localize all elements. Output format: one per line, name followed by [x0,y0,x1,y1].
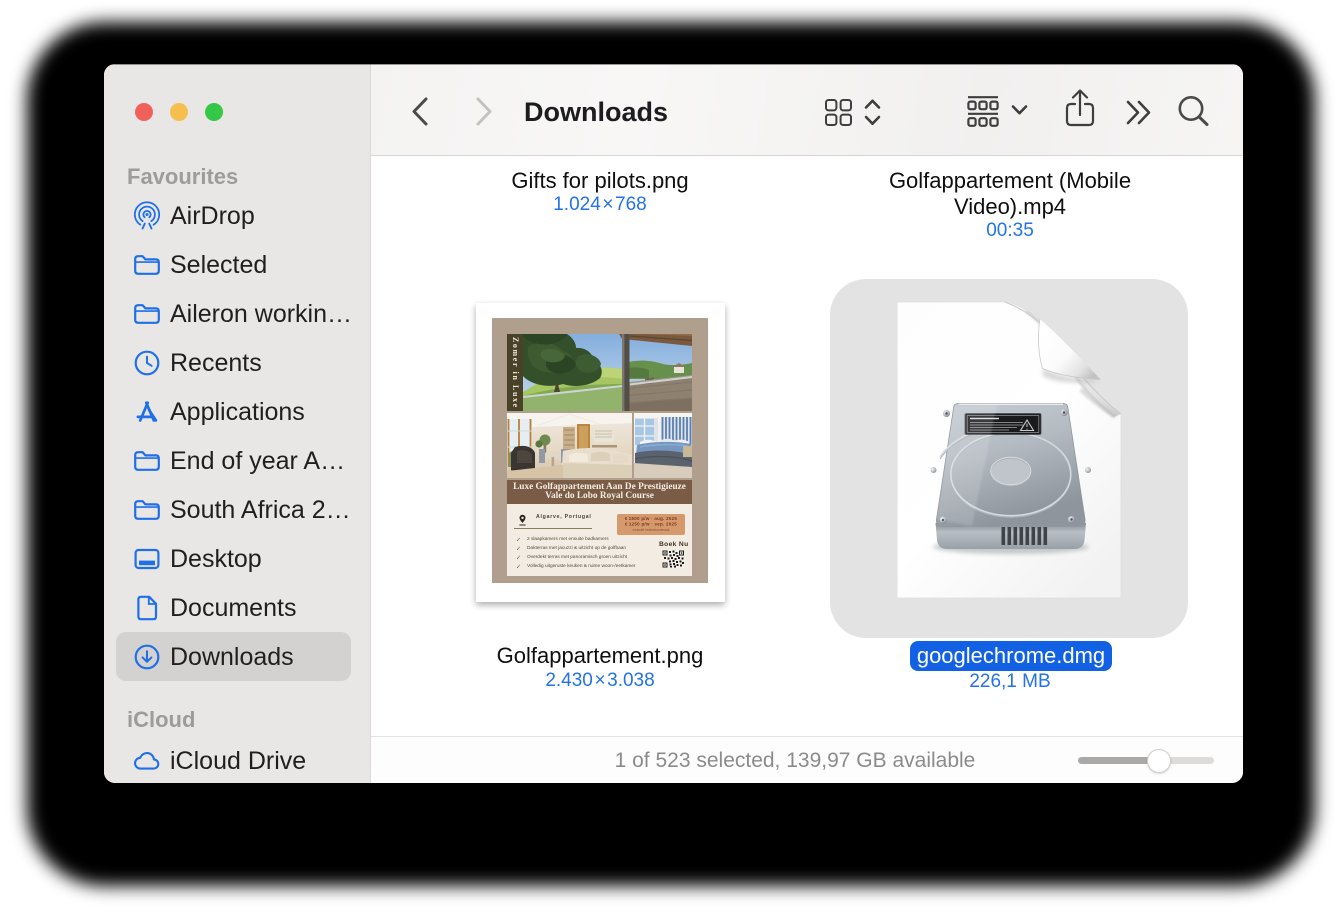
svg-text:Downloads: Downloads [524,97,668,127]
